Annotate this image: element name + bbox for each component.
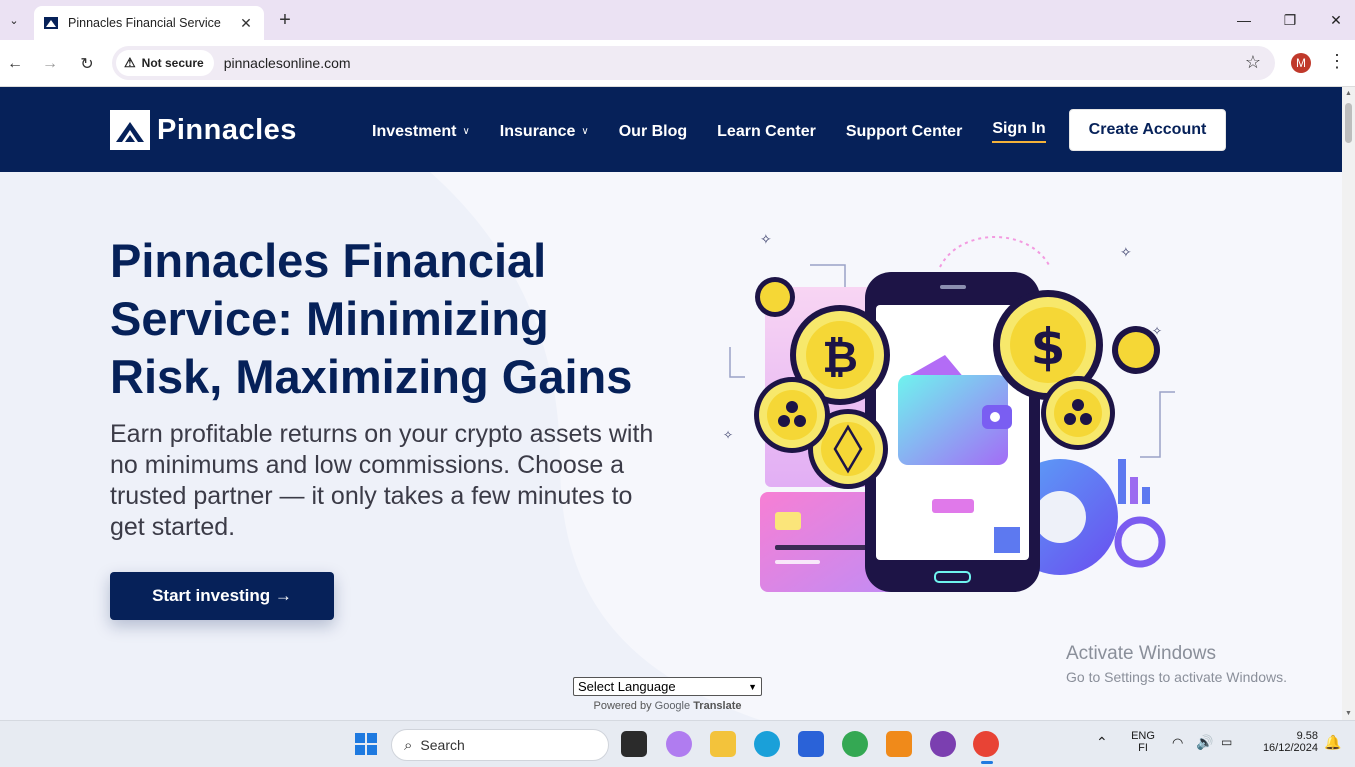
hero-title: Pinnacles Financial Service: Minimizing …: [110, 234, 633, 403]
main-nav: Investment ∨ Insurance ∨ Our Blog Learn …: [372, 120, 1076, 143]
copilot-icon[interactable]: [666, 731, 692, 757]
input-language-code: ENG: [1131, 730, 1155, 742]
crypto-wallet-illustration: ✧ ✧ ✧ ✧ ₿ $: [723, 232, 1175, 592]
svg-text:✧: ✧: [723, 428, 733, 442]
browser-tab-bar: ⌄ Pinnacles Financial Service ✕ + — ❐ ✕: [0, 0, 1355, 40]
start-investing-button[interactable]: Start investing →: [110, 572, 334, 620]
nav-insurance[interactable]: Insurance ∨: [500, 123, 589, 141]
github-desktop-icon[interactable]: [930, 731, 956, 757]
create-account-button[interactable]: Create Account: [1069, 109, 1226, 151]
reload-button[interactable]: ↻: [74, 51, 100, 77]
svg-text:✧: ✧: [1120, 245, 1132, 261]
tab-close-icon[interactable]: ✕: [238, 15, 254, 32]
active-app-indicator: [981, 761, 993, 764]
ripple-coin-icon: [1041, 376, 1115, 450]
tray-overflow-icon[interactable]: ⌃: [1096, 734, 1108, 751]
chevron-down-icon: ∨: [581, 126, 589, 137]
notification-bell-icon[interactable]: 🔔: [1324, 734, 1341, 751]
site-favicon-icon: [44, 17, 58, 29]
nav-investment-label: Investment: [372, 122, 457, 140]
clock-time: 9.58: [1296, 730, 1318, 742]
input-language-region: FI: [1138, 742, 1148, 754]
activate-windows-watermark: Activate Windows Go to Settings to activ…: [1066, 643, 1287, 685]
hero-subtitle: Earn profitable returns on your crypto a…: [110, 420, 654, 541]
logo-text: Pinnacles: [157, 113, 297, 146]
security-chip[interactable]: ⚠ Not secure: [116, 50, 214, 76]
chevron-down-icon: ∨: [462, 126, 470, 137]
language-select[interactable]: Select Language ▼: [573, 677, 762, 696]
volume-icon[interactable]: 🔊: [1196, 734, 1213, 751]
edge-browser-icon[interactable]: [754, 731, 780, 757]
page-scrollbar[interactable]: ▲ ▼: [1342, 87, 1355, 720]
browser-tab[interactable]: Pinnacles Financial Service ✕: [34, 6, 264, 40]
search-icon: ⌕: [404, 736, 413, 754]
warning-icon: ⚠: [124, 55, 136, 70]
security-label: Not secure: [141, 56, 204, 70]
windows-taskbar: ⌕ Search ⌃ ENG FI ◠ 🔊 ▭ 9.58 16/12/2024 …: [0, 720, 1355, 767]
svg-text:$: $: [1031, 318, 1066, 376]
watermark-title: Activate Windows: [1066, 643, 1216, 664]
svg-text:₿: ₿: [822, 332, 858, 383]
nav-support-center[interactable]: Support Center: [846, 123, 962, 141]
powered-by-label: Powered by: [593, 700, 652, 712]
google-logo-text[interactable]: Google: [655, 700, 690, 712]
chrome-active-icon[interactable]: [973, 731, 999, 757]
sublime-text-icon[interactable]: [886, 731, 912, 757]
nav-learn-center[interactable]: Learn Center: [717, 123, 816, 141]
back-button[interactable]: ←: [2, 51, 28, 77]
bookmark-star-icon[interactable]: ☆: [1245, 52, 1261, 73]
task-view-icon[interactable]: [621, 731, 647, 757]
close-window-button[interactable]: ✕: [1322, 8, 1350, 32]
scroll-thumb[interactable]: [1345, 103, 1352, 143]
input-language[interactable]: ENG FI: [1128, 730, 1158, 754]
minimize-button[interactable]: —: [1230, 8, 1258, 32]
address-bar[interactable]: ⚠ Not secure pinnaclesonline.com ☆: [112, 46, 1275, 80]
translate-link[interactable]: Translate: [693, 700, 741, 712]
google-translate-widget: Select Language ▼ Powered by Google Tran…: [573, 677, 762, 712]
browser-toolbar: ← → ↻ ⚠ Not secure pinnaclesonline.com ☆…: [0, 40, 1355, 87]
microsoft-store-icon[interactable]: [798, 731, 824, 757]
file-explorer-icon[interactable]: [710, 731, 736, 757]
clock-date: 16/12/2024: [1262, 742, 1318, 754]
windows-start-icon[interactable]: [353, 731, 379, 757]
scroll-up-icon[interactable]: ▲: [1345, 90, 1352, 97]
tab-title: Pinnacles Financial Service: [68, 16, 221, 30]
ripple-coin-icon: [754, 377, 830, 453]
site-header: Pinnacles Investment ∨ Insurance ∨ Our B…: [0, 87, 1342, 172]
nav-our-blog[interactable]: Our Blog: [619, 123, 687, 141]
watermark-subtitle: Go to Settings to activate Windows.: [1066, 669, 1287, 685]
chevron-down-icon: ▼: [748, 681, 757, 692]
maximize-button[interactable]: ❐: [1276, 8, 1304, 32]
site-logo[interactable]: Pinnacles: [110, 110, 297, 150]
tab-search-chevron-icon[interactable]: ⌄: [4, 8, 24, 32]
powered-by-google-translate: Powered by Google Translate: [573, 700, 762, 712]
new-tab-button[interactable]: +: [275, 8, 295, 32]
system-clock[interactable]: 9.58 16/12/2024: [1252, 730, 1318, 754]
browser-menu-icon[interactable]: ⋮: [1328, 51, 1346, 72]
url-text[interactable]: pinnaclesonline.com: [224, 55, 351, 71]
page-viewport: Pinnacles Investment ∨ Insurance ∨ Our B…: [0, 87, 1342, 720]
scroll-down-icon[interactable]: ▼: [1345, 710, 1352, 717]
taskbar-search-box[interactable]: ⌕ Search: [391, 729, 609, 761]
language-select-value: Select Language: [578, 679, 676, 694]
chrome-profile-icon[interactable]: [842, 731, 868, 757]
taskbar-search-placeholder: Search: [420, 737, 465, 753]
wifi-icon[interactable]: ◠: [1172, 735, 1183, 751]
nav-investment[interactable]: Investment ∨: [372, 123, 470, 141]
nav-sign-in[interactable]: Sign In: [992, 120, 1046, 143]
svg-text:✧: ✧: [760, 232, 772, 248]
battery-icon[interactable]: ▭: [1221, 735, 1232, 749]
forward-button[interactable]: →: [37, 51, 63, 77]
nav-insurance-label: Insurance: [499, 122, 576, 140]
pinnacles-logo-icon: [110, 110, 150, 150]
profile-avatar[interactable]: M: [1291, 53, 1311, 73]
